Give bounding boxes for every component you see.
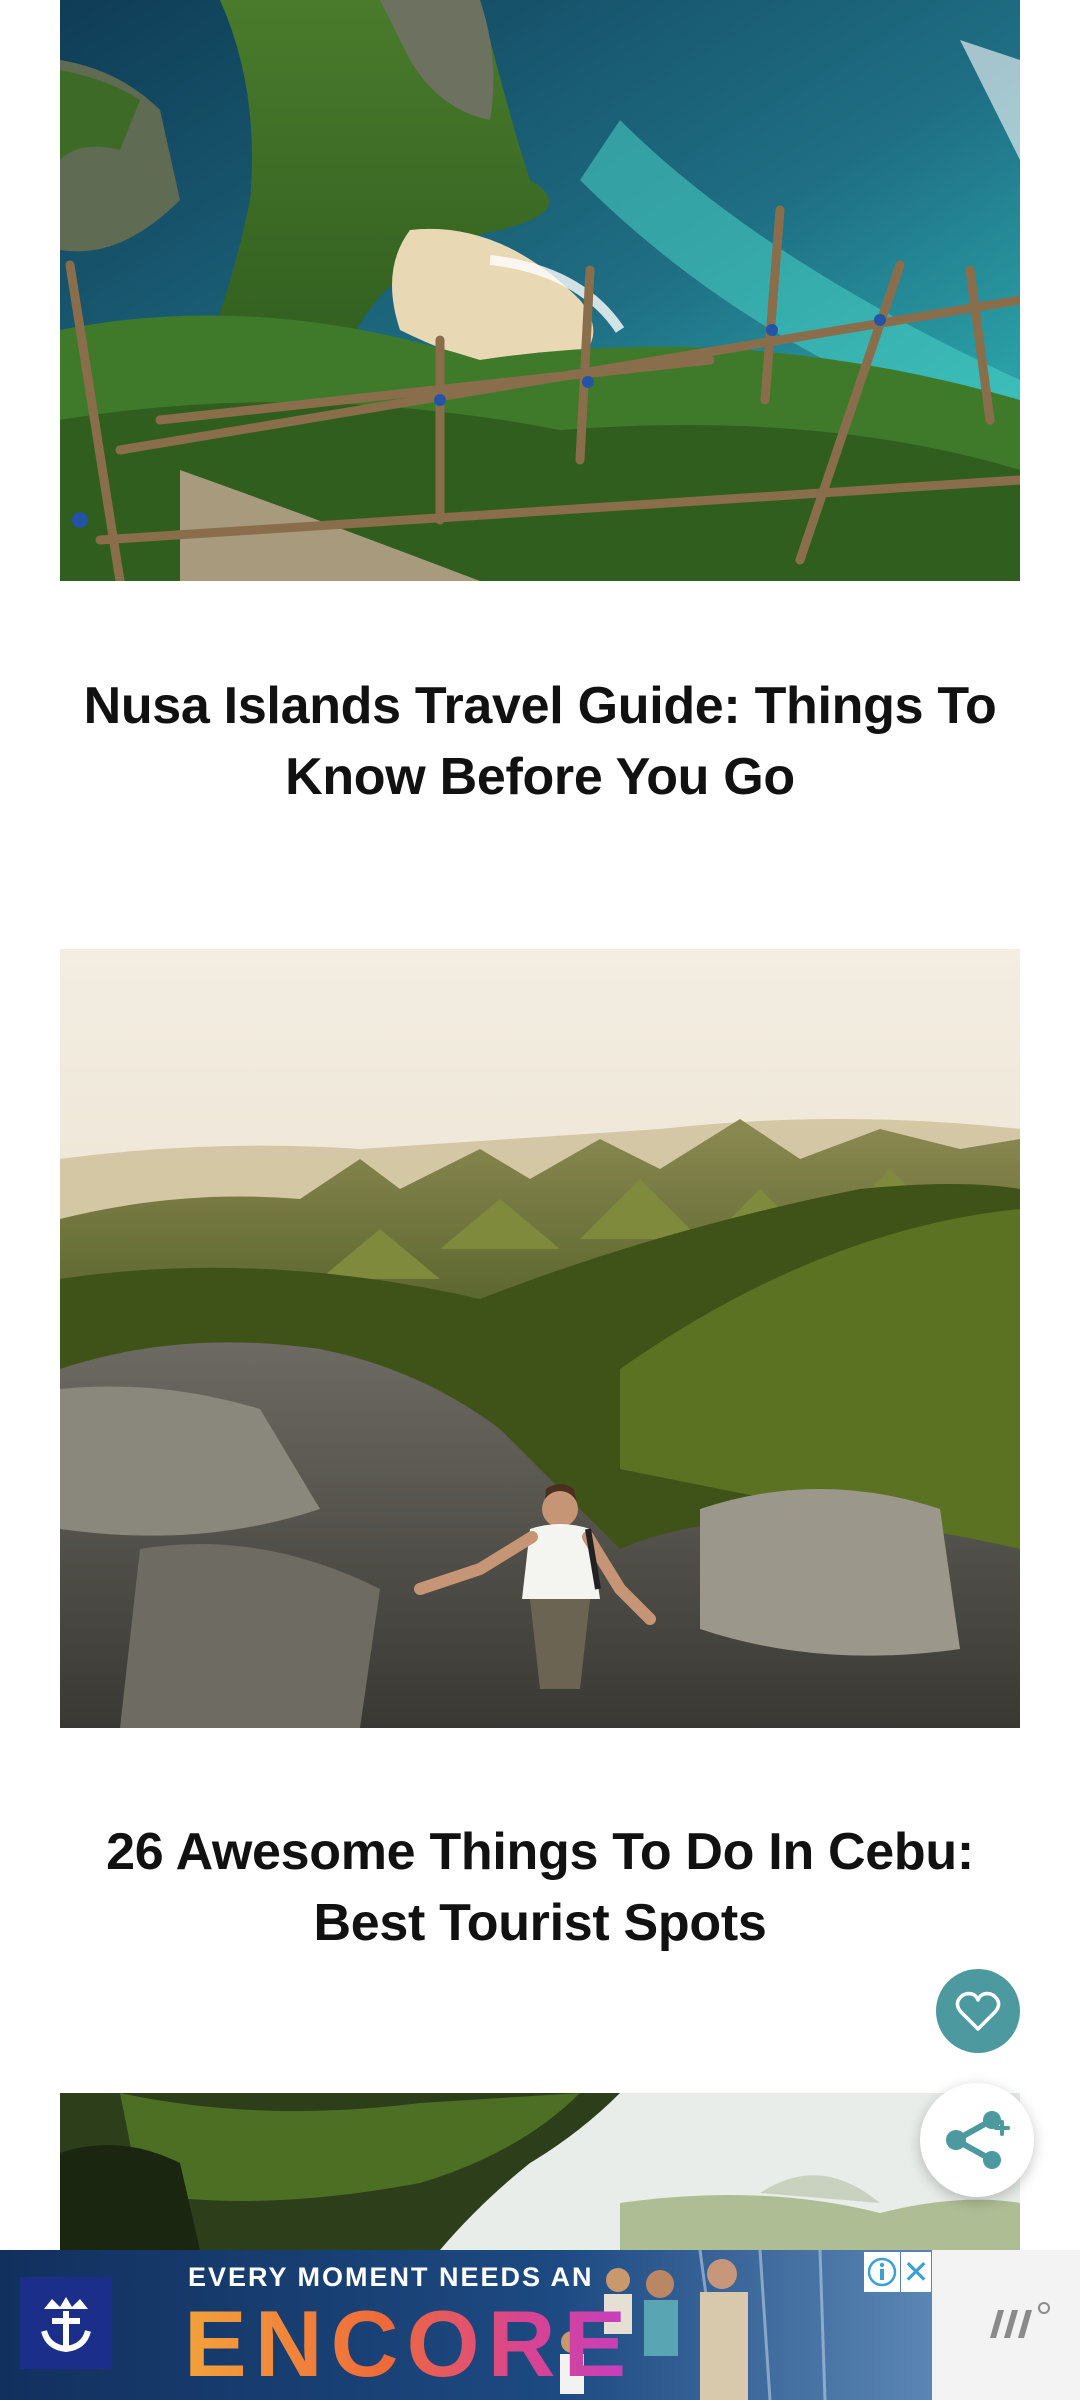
article-title[interactable]: Nusa Islands Travel Guide: Things To Kno… <box>60 671 1020 813</box>
ad-tagline: EVERY MOMENT NEEDS AN <box>188 2262 594 2292</box>
article-image-cebu[interactable] <box>60 949 1020 1728</box>
share-icon <box>946 2111 1010 2169</box>
cruise-crown-anchor-logo <box>41 2297 91 2353</box>
article-image-third[interactable] <box>60 2093 1020 2250</box>
heart-icon <box>955 1991 1001 2031</box>
ad-network-logo <box>984 2298 1054 2348</box>
ad-network-icon <box>990 2302 1050 2338</box>
article-feed: Nusa Islands Travel Guide: Things To Kno… <box>0 0 1080 2400</box>
article-image-nusa[interactable] <box>60 0 1020 581</box>
ad-close-button[interactable]: ✕ <box>901 2252 931 2292</box>
jungle-trail-photo <box>60 2093 1020 2250</box>
article-title[interactable]: 26 Awesome Things To Do In Cebu: Best To… <box>60 1817 1020 1959</box>
info-icon <box>867 2257 897 2287</box>
ad-brand-logo[interactable] <box>20 2277 112 2369</box>
ad-headline: ENCORE <box>184 2291 635 2396</box>
ad-info-button[interactable] <box>864 2252 900 2292</box>
share-button[interactable] <box>920 2083 1034 2197</box>
hiker-hills-photo <box>60 949 1020 1728</box>
favorite-button[interactable] <box>936 1969 1020 2053</box>
ad-creative[interactable]: EVERY MOMENT NEEDS AN ENCORE <box>0 2250 932 2400</box>
coastal-cliff-photo <box>60 0 1020 581</box>
